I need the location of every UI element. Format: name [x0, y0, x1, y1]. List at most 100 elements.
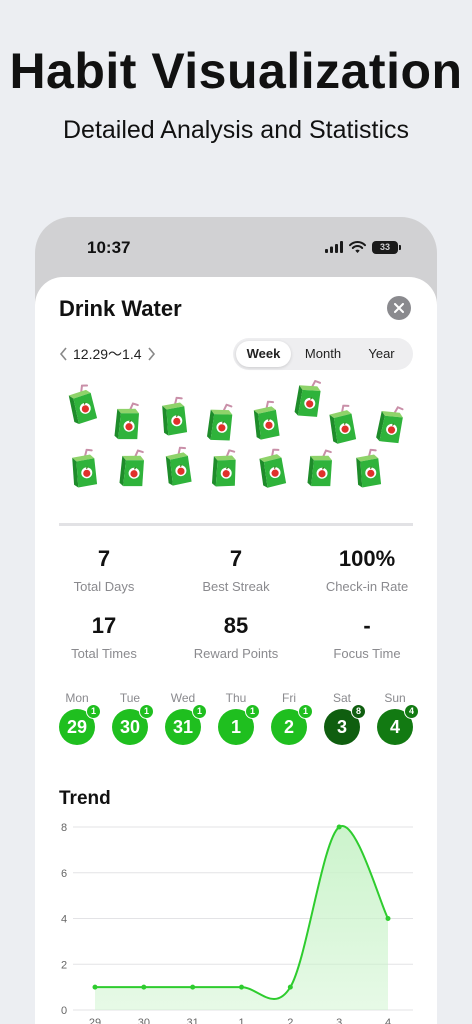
day-count-badge: 1 [245, 704, 260, 719]
battery-icon: 33 [372, 240, 398, 254]
day-name: Tue [119, 691, 141, 705]
signal-icon [325, 241, 343, 253]
check-in-icons [35, 377, 437, 517]
y-tick-label: 2 [61, 959, 67, 971]
stat-total-days: 7 Total Days [39, 546, 169, 594]
chevron-left-icon[interactable] [59, 347, 68, 361]
data-point [92, 984, 98, 990]
stat-focus-time: - Focus Time [302, 613, 432, 661]
juice-box-icon [369, 402, 411, 448]
stat-value: 7 [97, 546, 111, 571]
stat-value: 17 [91, 613, 117, 638]
trend-area [95, 825, 388, 1010]
stat-value: 7 [229, 546, 243, 571]
day-count-badge: 8 [351, 704, 366, 719]
day-count-badge: 1 [192, 704, 207, 719]
battery-tip [399, 244, 401, 250]
day-thu[interactable]: Thu 1 1 [216, 691, 260, 745]
stat-value: - [363, 613, 371, 638]
data-point [190, 984, 196, 990]
day-name: Sat [332, 691, 351, 705]
juice-box-icon [108, 400, 146, 443]
data-point [141, 984, 147, 990]
period-segmented-control: Week Month Year [233, 338, 413, 370]
x-tick-label: 29 [89, 1017, 101, 1024]
day-name: Sun [384, 691, 406, 705]
y-tick-label: 0 [61, 1005, 67, 1017]
day-name: Fri [282, 691, 296, 705]
day-tue[interactable]: Tue 30 1 [110, 691, 154, 745]
y-tick-label: 8 [61, 822, 67, 834]
x-tick-label: 2 [287, 1017, 293, 1024]
juice-box-icon [350, 448, 387, 490]
day-wed[interactable]: Wed 31 1 [163, 691, 207, 745]
day-name: Wed [170, 691, 196, 705]
juice-box-icon [288, 376, 328, 421]
day-sun[interactable]: Sun 4 4 [375, 691, 419, 745]
tab-month[interactable]: Month [293, 341, 353, 367]
data-point [287, 984, 293, 990]
status-icons: 33 [325, 239, 401, 255]
day-fri[interactable]: Fri 2 1 [269, 691, 313, 745]
day-count-badge: 1 [86, 704, 101, 719]
juice-box-icon [206, 448, 243, 490]
close-button[interactable] [387, 296, 411, 320]
wifi-icon [349, 241, 366, 253]
juice-box-icon [252, 447, 291, 491]
stat-total-times: 17 Total Times [39, 613, 169, 661]
stat-value: 85 [223, 613, 249, 638]
data-point [385, 916, 391, 921]
phone-frame: 10:37 33 Drink Water 12.29～1.4 Week Mont… [35, 217, 437, 1024]
juice-box-icon [159, 445, 197, 488]
stat-label: Check-in Rate [325, 579, 409, 594]
data-point [239, 984, 244, 990]
close-icon [394, 303, 404, 313]
day-count-badge: 4 [404, 704, 419, 719]
hero-title: Habit Visualization [9, 43, 463, 99]
tab-year[interactable]: Year [354, 341, 409, 367]
stat-label: Best Streak [202, 579, 270, 594]
date-range-navigator: 12.29～1.4 [59, 343, 156, 365]
juice-box-icon [156, 396, 193, 438]
habit-title: Drink Water [59, 296, 182, 321]
stat-label: Reward Points [193, 646, 279, 661]
stat-label: Total Days [73, 579, 135, 594]
stat-check-in-rate: 100% Check-in Rate [302, 546, 432, 594]
juice-box-icon [113, 447, 151, 490]
juice-box-icon [247, 399, 285, 442]
day-count-badge: 1 [139, 704, 154, 719]
chevron-right-icon[interactable] [147, 347, 156, 361]
stat-value: 100% [338, 546, 396, 571]
y-tick-label: 6 [61, 868, 67, 880]
tab-week[interactable]: Week [236, 341, 291, 367]
day-name: Thu [225, 691, 247, 705]
day-name: Mon [65, 691, 89, 705]
trend-chart: 0 2 4 6 8 29 30 31 1 2 3 4 [61, 822, 413, 1024]
juice-box-icon [66, 448, 103, 490]
x-tick-label: 31 [187, 1017, 199, 1024]
status-bar: 10:37 33 [35, 217, 437, 277]
stat-reward-points: 85 Reward Points [171, 613, 301, 661]
y-tick-label: 4 [61, 914, 67, 926]
status-time: 10:37 [87, 238, 131, 257]
x-tick-label: 1 [238, 1017, 244, 1024]
date-range-label: 12.29～1.4 [73, 346, 142, 362]
day-mon[interactable]: Mon 29 1 [57, 691, 101, 745]
stat-label: Total Times [71, 646, 137, 661]
data-point [336, 824, 342, 830]
x-tick-label: 3 [336, 1017, 342, 1024]
hero-subtitle: Detailed Analysis and Statistics [62, 116, 409, 144]
habit-sheet: Drink Water 12.29～1.4 Week Month Year 7 … [35, 277, 437, 1024]
juice-box-icon [200, 401, 239, 445]
day-count-badge: 1 [298, 704, 313, 719]
stat-label: Focus Time [333, 646, 401, 661]
juice-box-icon [301, 447, 339, 490]
x-tick-label: 30 [138, 1017, 150, 1024]
juice-box-icon [322, 403, 361, 447]
divider [59, 523, 413, 526]
stat-best-streak: 7 Best Streak [171, 546, 301, 594]
battery-level: 33 [379, 241, 390, 252]
juice-box-icon [61, 382, 103, 428]
day-sat[interactable]: Sat 3 8 [322, 691, 366, 745]
x-tick-label: 4 [385, 1017, 391, 1024]
